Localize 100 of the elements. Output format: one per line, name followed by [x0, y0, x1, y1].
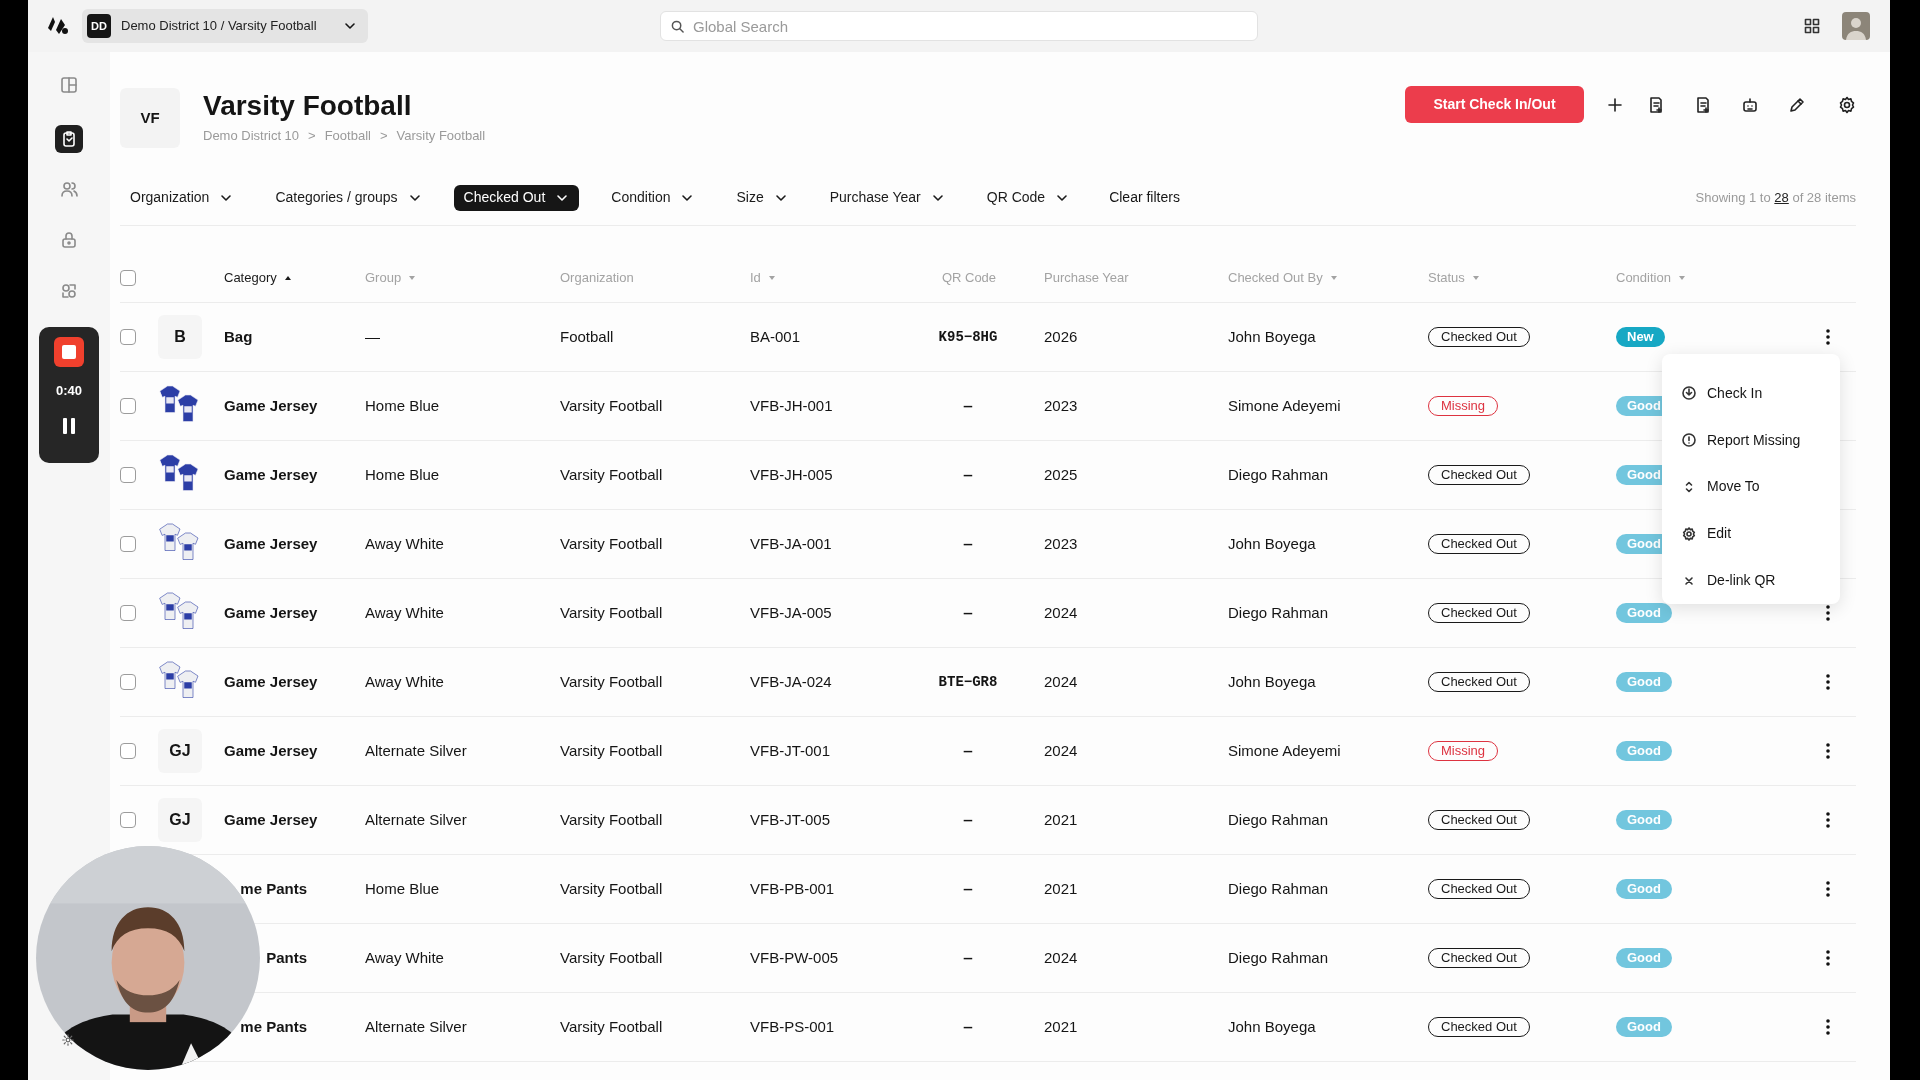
table-cell-text: Home Blue: [365, 878, 441, 899]
row-checkbox[interactable]: [120, 467, 136, 483]
table-cell-text: VFB-JT-005: [750, 809, 832, 830]
condition-badge: Good: [1616, 879, 1672, 899]
result-count: Showing 1 to 28 of 28 items: [1695, 188, 1856, 207]
clear-filters-link[interactable]: Clear filters: [1109, 187, 1180, 208]
clipboard-icon: [60, 130, 78, 148]
table-cell-text: VFB-PS-001: [750, 1016, 836, 1037]
table-cell-text: Varsity Football: [560, 602, 664, 623]
apps-grid-icon[interactable]: [1804, 18, 1820, 34]
table-cell-text: 2024: [1044, 671, 1079, 692]
category-cell-text: Game Jersey: [224, 809, 318, 830]
table-cell-text: 2021: [1044, 1016, 1079, 1037]
table-cell-text: John Boyega: [1228, 671, 1317, 692]
logo-icon[interactable]: [47, 16, 69, 36]
more-options-icon[interactable]: [1826, 674, 1830, 690]
sidebar-item[interactable]: [55, 125, 83, 153]
filter-dropdown[interactable]: Organization: [120, 184, 244, 211]
table-cell-text: Diego Rahman: [1228, 878, 1330, 899]
qr-code-cell-text: K95−8HG: [938, 327, 998, 347]
more-options-icon[interactable]: [1826, 329, 1830, 345]
start-check-button[interactable]: Start Check In/Out: [1405, 86, 1584, 123]
more-options-icon[interactable]: [1826, 812, 1830, 828]
filter-dropdown[interactable]: Categories / groups: [265, 184, 432, 211]
page-size-link[interactable]: 28: [1774, 189, 1789, 205]
category-cell-text: Game Jersey: [224, 533, 318, 554]
qr-code-cell-text: —: [963, 810, 973, 830]
category-cell-text: Game Jersey: [224, 671, 318, 692]
table-cell-text: Diego Rahman: [1228, 809, 1330, 830]
table-cell-text: VFB-JA-001: [750, 533, 833, 554]
row-checkbox[interactable]: [120, 536, 136, 552]
table-cell-text: Varsity Football: [560, 878, 664, 899]
download-icon: [1682, 386, 1696, 401]
item-initials: GJ: [158, 798, 202, 842]
stop-button[interactable]: [54, 337, 84, 367]
table-cell-text: 2024: [1044, 740, 1079, 761]
table-cell-text: Simone Adeyemi: [1228, 395, 1342, 416]
people-icon: [60, 180, 78, 198]
condition-badge: Good: [1616, 603, 1672, 623]
row-checkbox[interactable]: [120, 812, 136, 828]
filter-dropdown[interactable]: Condition: [601, 184, 705, 211]
category-cell-text: Game Jersey: [224, 464, 318, 485]
filter-dropdown[interactable]: Purchase Year: [819, 184, 955, 211]
table-cell-text: VFB-JA-005: [750, 602, 833, 623]
category-cell-text: me Pants: [239, 1016, 307, 1037]
filter-dropdown[interactable]: Checked Out: [453, 184, 580, 211]
table-cell-text: Varsity Football: [560, 947, 664, 968]
page-title: Varsity Football: [203, 89, 413, 123]
row-checkbox[interactable]: [120, 674, 136, 690]
item-initials: GJ: [158, 729, 202, 773]
edit-icon[interactable]: [1788, 95, 1806, 114]
recording-time: 0:40: [56, 382, 82, 400]
table-cell-text: Diego Rahman: [1228, 464, 1330, 485]
table-cell-text: Varsity Football: [560, 671, 664, 692]
more-options-icon[interactable]: [1826, 950, 1830, 966]
qr-code-cell-text: —: [963, 603, 973, 623]
select-all-checkbox[interactable]: [120, 269, 136, 286]
category-cell-text: Game Jersey: [224, 602, 318, 623]
breadcrumb-separator: >: [308, 127, 316, 145]
filter-dropdown[interactable]: Size: [726, 184, 798, 211]
document-add-icon[interactable]: [1694, 95, 1712, 114]
table-cell-text: Football: [560, 326, 615, 347]
table-cell-text: Alternate Silver: [365, 740, 468, 761]
more-options-icon[interactable]: [1826, 743, 1830, 759]
qr-code-cell-text: —: [963, 534, 973, 554]
document-add-icon[interactable]: [1647, 95, 1665, 114]
category-cell-text: me Pants: [239, 878, 307, 899]
add-icon[interactable]: [1606, 95, 1624, 114]
qr-code-cell-text: —: [963, 465, 973, 485]
condition-badge: New: [1616, 327, 1665, 347]
condition-badge: Good: [1616, 948, 1672, 968]
more-options-icon[interactable]: [1826, 605, 1830, 621]
pause-icon[interactable]: [62, 416, 76, 435]
qr-code-cell-text: BTE−GR8: [938, 672, 998, 692]
category-cell-text: Game Jersey: [224, 740, 318, 761]
menu-item[interactable]: De-link QR: [1662, 557, 1840, 604]
table-cell-text: John Boyega: [1228, 1016, 1317, 1037]
workspace-selector[interactable]: DD Demo District 10 / Varsity Football: [82, 9, 368, 43]
table-cell-text: Varsity Football: [560, 740, 664, 761]
table-cell-text: Away White: [365, 533, 445, 554]
row-checkbox[interactable]: [120, 743, 136, 759]
more-options-icon[interactable]: [1826, 881, 1830, 897]
row-checkbox[interactable]: [120, 329, 136, 345]
more-options-icon[interactable]: [1826, 1019, 1830, 1035]
table-cell-text: Home Blue: [365, 464, 441, 485]
dashboard-icon: [60, 76, 78, 94]
column-header[interactable]: Category: [224, 267, 292, 288]
search-field[interactable]: Global Search: [660, 11, 1258, 41]
condition-badge: Good: [1616, 1017, 1672, 1037]
alert-icon: [1682, 433, 1696, 448]
qr-code-cell-text: —: [963, 1017, 973, 1037]
row-checkbox[interactable]: [120, 398, 136, 414]
row-checkbox[interactable]: [120, 605, 136, 621]
filter-dropdown[interactable]: QR Code: [976, 184, 1080, 211]
category-cell-text: Game Jersey: [224, 395, 318, 416]
robot-icon[interactable]: [1741, 95, 1759, 114]
table-cell-text: John Boyega: [1228, 533, 1317, 554]
table-cell-text: 2023: [1044, 395, 1079, 416]
condition-badge: Good: [1616, 810, 1672, 830]
menu-item[interactable]: Report Missing: [1662, 416, 1840, 464]
